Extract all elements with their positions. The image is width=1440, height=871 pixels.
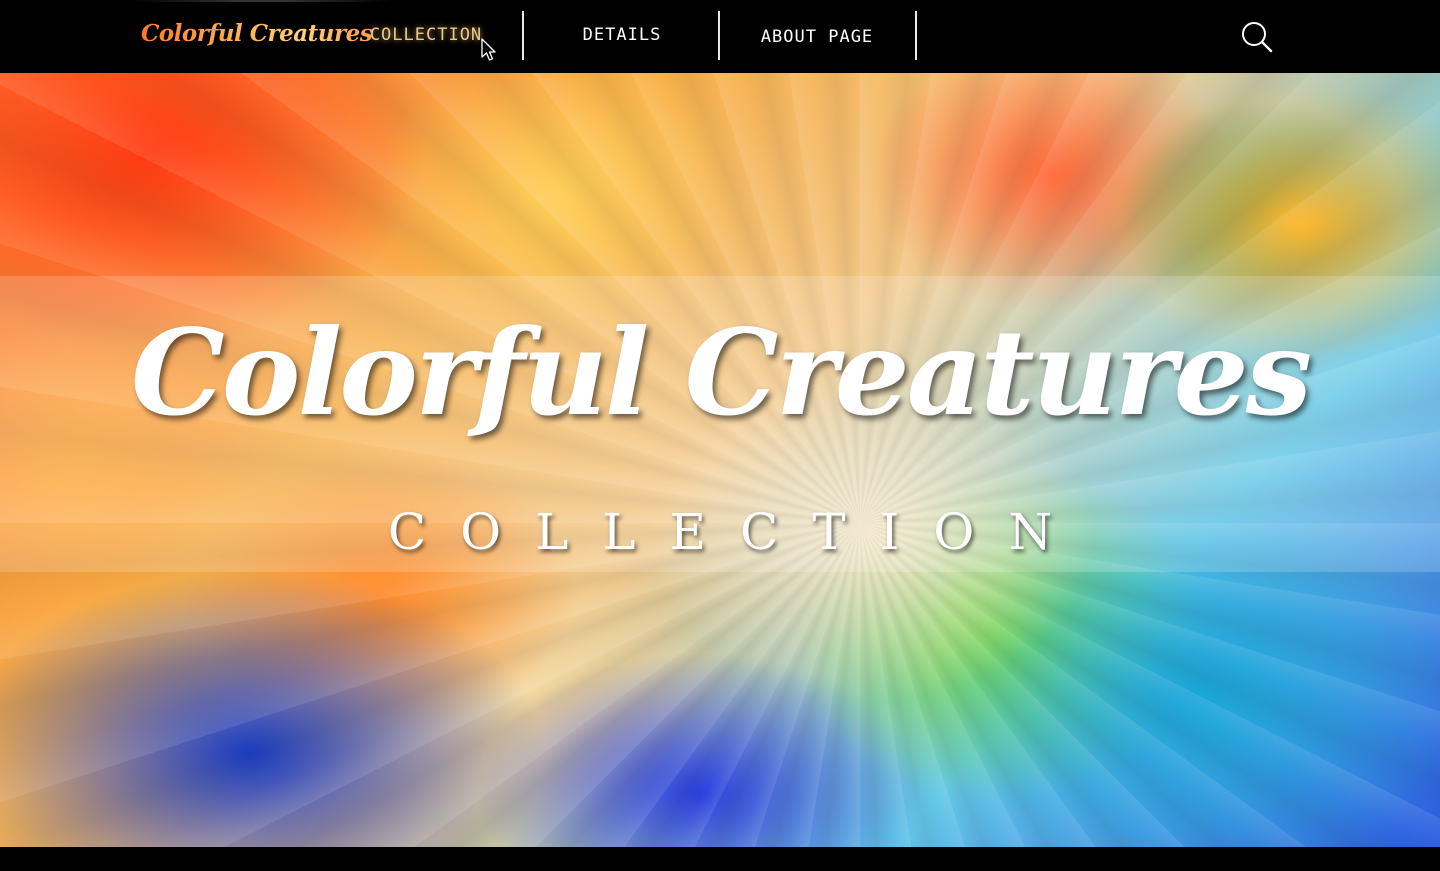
hero-subtitle: COLLECTION [387, 503, 1087, 561]
search-icon [1242, 22, 1273, 53]
nav-divider [522, 11, 524, 60]
nav-item-about-page[interactable]: ABOUT PAGE [742, 12, 892, 62]
brand-logo[interactable]: Colorful Creatures [141, 13, 373, 55]
hero-background-image: Colorful Creatures COLLECTION [0, 73, 1440, 847]
nav-item-collection[interactable]: COLLECTION [132, 0, 500, 60]
mouse-pointer-icon [481, 38, 496, 61]
nav-item-details[interactable]: DETAILS [548, 10, 696, 60]
nav-divider [915, 11, 917, 60]
search-button[interactable] [1238, 18, 1276, 56]
top-navbar: Colorful Creatures COLLECTION DETAILS AB… [0, 0, 1440, 72]
hero-title: Colorful Creatures [130, 303, 1312, 442]
nav-divider [718, 11, 720, 60]
